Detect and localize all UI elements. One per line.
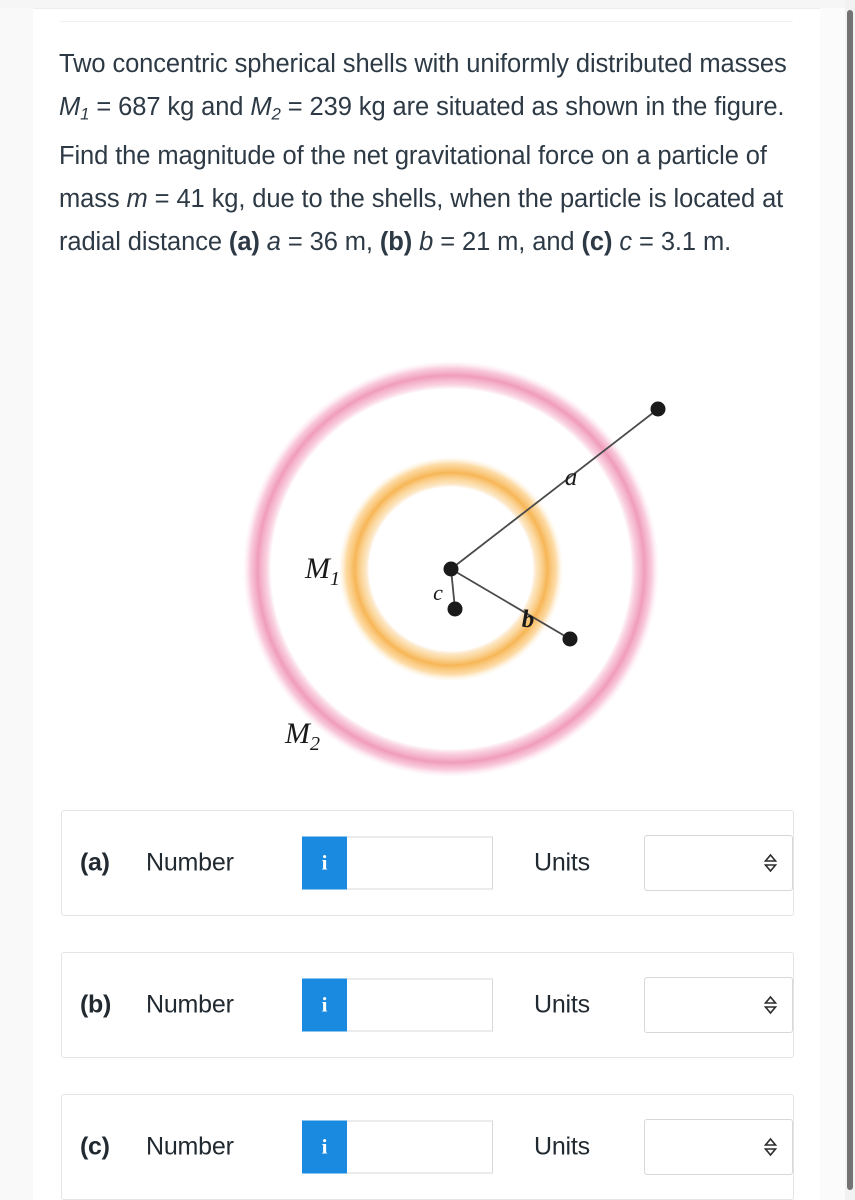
- question-line-5: = 41 kg, due to the shells, when the par…: [154, 185, 756, 214]
- shells-figure: a b c M1 M2: [59, 361, 803, 801]
- distance-b-value: = 21 m, and: [433, 228, 582, 257]
- units-select-b[interactable]: [644, 977, 793, 1033]
- particle-at-a: [650, 401, 666, 417]
- particle-at-c: [447, 601, 463, 617]
- units-select-a[interactable]: [644, 835, 793, 891]
- particle-at-b: [562, 631, 578, 647]
- number-field-group-a: i: [302, 836, 493, 890]
- number-field-group-c: i: [302, 1120, 493, 1174]
- part-label-b: (b): [80, 990, 112, 1019]
- number-label-a: Number: [146, 848, 234, 877]
- part-label-a-inline: (a): [228, 228, 260, 257]
- answer-row-a: (a) Number i Units: [61, 810, 794, 916]
- info-icon-c[interactable]: i: [302, 1120, 347, 1174]
- distance-a-value: = 36 m,: [280, 228, 380, 257]
- distance-b-symbol: b: [412, 228, 434, 257]
- mass-m2-symbol: M: [250, 93, 272, 121]
- number-field-group-b: i: [302, 978, 493, 1032]
- label-distance-a: a: [565, 464, 578, 491]
- page-scrollbar[interactable]: [845, 0, 855, 1200]
- mass-m2-value: = 239 kg are: [280, 93, 430, 121]
- problem-card: Two concentric spherical shells with uni…: [33, 9, 820, 1200]
- shell-center-point: [443, 561, 459, 577]
- mass-m2-subscript: 2: [271, 104, 281, 124]
- number-input-c[interactable]: [347, 1120, 493, 1174]
- distance-a-symbol: a: [259, 228, 281, 257]
- label-distance-b: b: [522, 606, 535, 633]
- number-input-b[interactable]: [347, 978, 493, 1032]
- number-input-a[interactable]: [347, 836, 493, 890]
- units-label-c: Units: [534, 1132, 590, 1161]
- part-label-b-inline: (b): [379, 228, 413, 257]
- chevron-updown-icon-c: [764, 1137, 777, 1157]
- units-select-c[interactable]: [644, 1119, 793, 1175]
- page-right-gutter: [820, 8, 845, 1200]
- question-line-2-prefix: distributed masses: [575, 50, 787, 78]
- number-label-b: Number: [146, 990, 234, 1019]
- question-line-1: Two concentric spherical shells with uni…: [59, 50, 569, 78]
- chevron-updown-icon-a: [764, 853, 777, 873]
- mass-m1-symbol: M: [59, 93, 81, 121]
- mass-m1-value: = 687 kg and: [89, 93, 251, 121]
- scrollbar-thumb[interactable]: [847, 10, 853, 1190]
- question-text: Two concentric spherical shells with uni…: [59, 43, 803, 264]
- units-label-b: Units: [534, 990, 590, 1019]
- answer-row-c: (c) Number i Units: [61, 1094, 794, 1200]
- label-distance-c: c: [433, 580, 443, 605]
- page-top-strip: [0, 0, 855, 9]
- question-line-7: 3.1 m.: [660, 228, 732, 257]
- number-label-c: Number: [146, 1132, 234, 1161]
- info-icon-b[interactable]: i: [302, 978, 347, 1032]
- page-left-gutter: [0, 8, 33, 1200]
- part-label-a: (a): [80, 848, 110, 877]
- part-label-c-inline: (c): [581, 228, 613, 257]
- chevron-updown-icon-b: [764, 995, 777, 1015]
- mass-m-symbol: m: [126, 185, 148, 214]
- distance-c-symbol: c: [612, 228, 633, 257]
- distance-c-value: =: [632, 228, 654, 257]
- answer-row-b: (b) Number i Units: [61, 952, 794, 1058]
- card-top-divider: [60, 21, 793, 22]
- part-label-c: (c): [80, 1132, 110, 1161]
- units-label-a: Units: [534, 848, 590, 877]
- info-icon-a[interactable]: i: [302, 836, 347, 890]
